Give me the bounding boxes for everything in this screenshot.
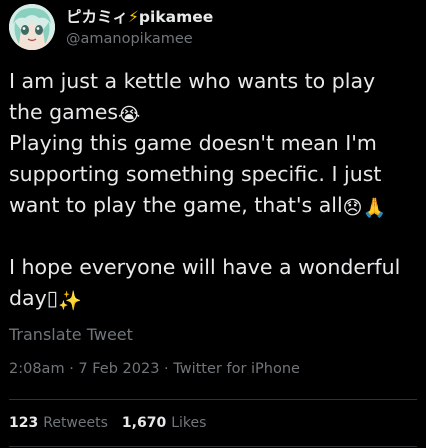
tweet-date[interactable]: 7 Feb 2023 (78, 361, 159, 377)
lightning-icon: ⚡ (128, 8, 139, 26)
crying-face-icon: 😭 (118, 104, 141, 126)
likes-count: 1,670 (121, 415, 167, 431)
tweet-stats: 123 Retweets 1,670 Likes (9, 415, 220, 431)
tweet-time[interactable]: 2:08am (9, 361, 65, 377)
display-name[interactable]: ピカミィ⚡pikamee (66, 5, 213, 27)
missing-glyph-box: ▯ (46, 286, 58, 310)
tweet-line-7: day (9, 286, 47, 310)
tweet-meta: 2:08am · 7 Feb 2023 · Twitter for iPhone (9, 361, 300, 377)
folded-hands-icon: 🙏 (362, 197, 387, 219)
tweet-line-5: want to play the game, that's all (9, 193, 343, 217)
retweets-stat[interactable]: 123 Retweets (9, 415, 108, 431)
divider (9, 399, 417, 400)
display-name-suffix: pikamee (138, 8, 214, 26)
meta-separator: · (69, 361, 74, 377)
sparkles-icon: ✨ (58, 290, 82, 312)
tweet-source[interactable]: Twitter for iPhone (173, 361, 300, 377)
tweet: ピカミィ⚡pikamee @amanopikamee I am just a k… (0, 0, 426, 448)
divider (9, 446, 417, 447)
tweet-line-2: the games (9, 100, 118, 124)
user-handle[interactable]: @amanopikamee (66, 31, 193, 47)
translate-tweet-link[interactable]: Translate Tweet (9, 325, 133, 344)
tweet-text: I am just a kettle who wants to play the… (9, 66, 421, 314)
likes-stat[interactable]: 1,670 Likes (122, 415, 207, 431)
tweet-line-1: I am just a kettle who wants to play (9, 69, 376, 93)
avatar[interactable] (9, 4, 55, 50)
disappointed-face-icon: 😞 (342, 197, 363, 219)
tweet-line-3: Playing this game doesn't mean I'm (9, 131, 377, 155)
tweet-line-4: supporting something specific. I just (9, 162, 382, 186)
retweets-count: 123 (9, 415, 39, 431)
tweet-line-6: I hope everyone will have a wonderful (9, 255, 401, 279)
avatar-image-icon (9, 4, 55, 50)
retweets-label: Retweets (43, 415, 108, 431)
likes-label: Likes (171, 415, 207, 431)
display-name-text: ピカミィ (66, 8, 129, 26)
meta-separator: · (164, 361, 169, 377)
